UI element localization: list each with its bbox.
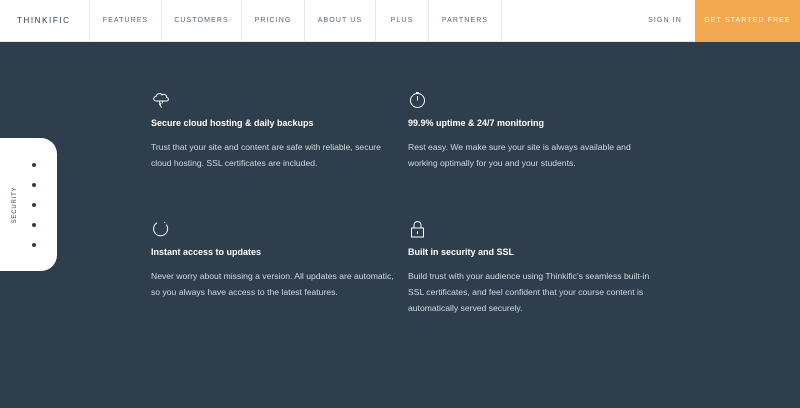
section-label: SECURITY [9, 138, 21, 271]
section-dot[interactable] [32, 163, 36, 167]
section-nav-tab: SECURITY [0, 138, 57, 271]
section-dot[interactable] [32, 223, 36, 227]
nav-item-features[interactable]: FEATURES [89, 0, 161, 42]
feature-description: Rest easy. We make sure your site is alw… [408, 142, 631, 168]
feature-title: Built in security and SSL [408, 247, 515, 257]
cloud-icon [153, 93, 169, 108]
refresh-icon [153, 221, 169, 237]
section-dot[interactable] [32, 243, 36, 247]
section-label-text: SECURITY [12, 186, 18, 223]
nav-item-about-us[interactable]: ABOUT US [304, 0, 375, 42]
nav-item-plus[interactable]: PLUS [375, 0, 428, 42]
top-nav: THINKIFIC FEATURES CUSTOMERS PRICING ABO… [0, 0, 800, 42]
section-dot[interactable] [32, 183, 36, 187]
lock-icon [411, 221, 424, 238]
sign-in-link[interactable]: SIGN IN [636, 0, 694, 42]
feature-title: Instant access to updates [151, 247, 262, 257]
section-dot[interactable] [32, 203, 36, 207]
feature-description: Build trust with your audience using Thi… [408, 271, 650, 313]
feature-title: Secure cloud hosting & daily backups [151, 118, 314, 128]
feature-description: Trust that your site and content are saf… [151, 142, 381, 168]
get-started-button[interactable]: GET STARTED FREE [695, 0, 800, 42]
nav-item-pricing[interactable]: PRICING [241, 0, 304, 42]
nav-item-partners[interactable]: PARTNERS [428, 0, 502, 42]
feature-description: Never worry about missing a version. All… [151, 271, 394, 297]
logo[interactable]: THINKIFIC [17, 0, 71, 42]
nav-item-customers[interactable]: CUSTOMERS [161, 0, 241, 42]
stopwatch-icon [410, 92, 425, 108]
feature-title: 99.9% uptime & 24/7 monitoring [408, 118, 545, 128]
